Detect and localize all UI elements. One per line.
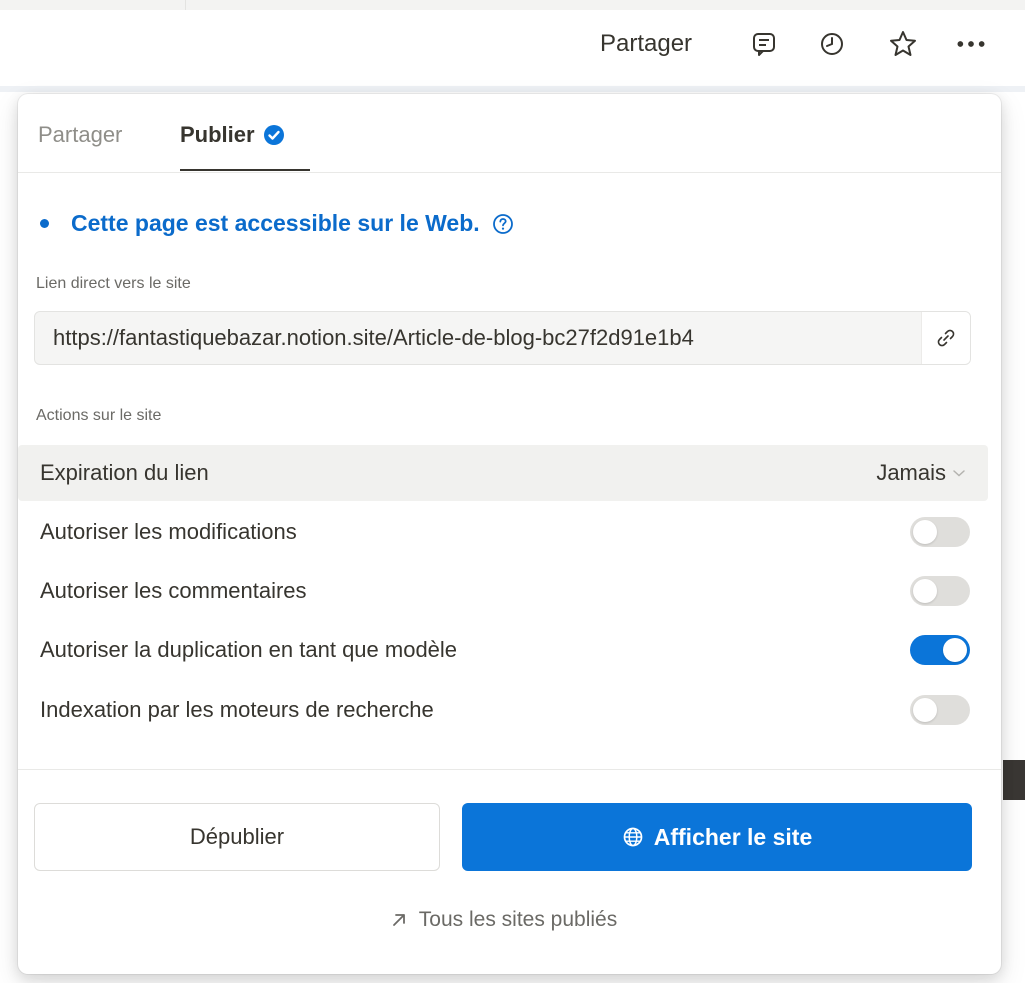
allow-duplicate-label: Autoriser la duplication en tant que mod… [40,637,458,662]
divider [18,769,1001,770]
history-clock-icon[interactable] [816,28,848,60]
direct-link-field[interactable]: https://fantastiquebazar.notion.site/Art… [34,311,971,365]
allow-edits-row: Autoriser les modifications [18,504,988,560]
allow-comments-toggle[interactable] [910,576,970,606]
publish-popover: Partager Publier Cette page est accessib… [18,94,1001,974]
tab-publish[interactable]: Publier [180,122,285,148]
popover-tabs: Partager Publier [18,94,1001,173]
toggle-knob [913,520,937,544]
search-indexing-label: Indexation par les moteurs de recherche [40,697,434,722]
allow-comments-row: Autoriser les commentaires [18,563,988,619]
help-question-icon[interactable] [492,213,514,235]
all-published-sites-label: Tous les sites publiés [418,908,618,931]
top-divider [185,0,186,10]
link-expiration-row[interactable]: Expiration du lien Jamais [18,445,988,501]
tab-share[interactable]: Partager [38,122,122,148]
allow-duplicate-row: Autoriser la duplication en tant que mod… [18,622,988,678]
site-actions-label: Actions sur le site [36,407,162,424]
toggle-knob [943,638,967,662]
tab-publish-label: Publier [180,122,255,147]
verified-check-icon [263,124,285,146]
publish-status: Cette page est accessible sur le Web. [40,210,514,237]
direct-link-label: Lien direct vers le site [36,275,191,292]
globe-icon [622,826,644,848]
status-text: Cette page est accessible sur le Web. [71,210,480,236]
search-indexing-toggle[interactable] [910,695,970,725]
search-indexing-row: Indexation par les moteurs de recherche [18,682,988,738]
status-dot-icon [40,219,49,228]
page-content-strip [1003,760,1025,800]
share-button[interactable]: Partager [600,30,692,58]
more-dots-icon[interactable] [955,28,987,60]
unpublish-button[interactable]: Dépublier [34,803,440,871]
direct-link-url[interactable]: https://fantastiquebazar.notion.site/Art… [35,325,921,351]
comment-icon[interactable] [748,28,780,60]
allow-comments-label: Autoriser les commentaires [40,578,307,603]
top-strip [0,0,1025,10]
active-tab-indicator [180,169,310,171]
allow-edits-toggle[interactable] [910,517,970,547]
all-published-sites-link[interactable]: Tous les sites publiés [18,908,988,932]
link-expiration-label: Expiration du lien [40,460,209,485]
allow-edits-label: Autoriser les modifications [40,519,297,544]
link-expiration-select[interactable]: Jamais [876,460,966,486]
chevron-down-icon [952,468,966,478]
top-bar: Partager [0,0,1025,92]
star-icon[interactable] [887,28,919,60]
toggle-knob [913,698,937,722]
allow-duplicate-toggle[interactable] [910,635,970,665]
top-bar-shadow [0,86,1025,92]
link-expiration-value: Jamais [876,460,946,485]
copy-link-icon[interactable] [921,312,970,364]
view-site-label: Afficher le site [653,823,813,850]
arrow-up-right-icon [389,910,409,930]
toggle-knob [913,579,937,603]
view-site-button[interactable]: Afficher le site [462,803,972,871]
page-background [1003,92,1025,983]
